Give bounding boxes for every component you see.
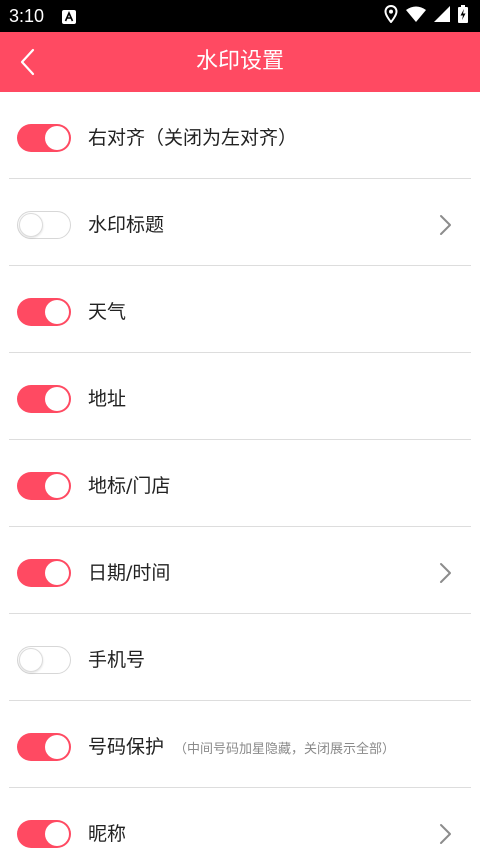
toggle-knob bbox=[45, 735, 69, 759]
setting-label-text: 号码保护 bbox=[88, 736, 165, 758]
page-title: 水印设置 bbox=[195, 49, 284, 74]
setting-label-text: 日期/时间 bbox=[88, 562, 171, 584]
setting-label: 日期/时间 bbox=[88, 560, 170, 586]
toggle-knob bbox=[45, 474, 69, 498]
status-icons bbox=[384, 4, 468, 27]
setting-label: 天气 bbox=[88, 299, 126, 325]
toggle-knob bbox=[45, 126, 69, 150]
setting-label-text: 地标/门店 bbox=[88, 475, 171, 497]
setting-toggle[interactable] bbox=[17, 646, 71, 674]
setting-row[interactable]: 手机号 bbox=[0, 614, 480, 701]
status-bar: 3:10 bbox=[0, 0, 480, 32]
toggle-knob bbox=[19, 213, 43, 237]
location-icon bbox=[384, 4, 398, 27]
setting-toggle[interactable] bbox=[17, 211, 71, 239]
setting-row[interactable]: 地址 bbox=[0, 353, 480, 440]
setting-toggle[interactable] bbox=[17, 820, 71, 848]
chevron-right-icon[interactable] bbox=[438, 562, 454, 584]
toggle-knob bbox=[19, 648, 43, 672]
setting-label-text: 右对齐（关闭为左对齐） bbox=[88, 127, 298, 149]
setting-label-text: 手机号 bbox=[88, 649, 146, 671]
wifi-icon bbox=[406, 6, 426, 26]
setting-toggle[interactable] bbox=[17, 559, 71, 587]
app-bar: 水印设置 bbox=[0, 32, 480, 92]
signal-icon bbox=[434, 6, 450, 26]
toggle-knob bbox=[45, 561, 69, 585]
back-button[interactable] bbox=[8, 42, 48, 82]
setting-row[interactable]: 地标/门店 bbox=[0, 440, 480, 527]
setting-row[interactable]: 右对齐（关闭为左对齐） bbox=[0, 92, 480, 179]
battery-charging-icon bbox=[458, 5, 468, 27]
setting-label: 号码保护 （中间号码加星隐藏，关闭展示全部） bbox=[88, 734, 395, 763]
setting-label: 地址 bbox=[88, 386, 126, 412]
toggle-knob bbox=[45, 822, 69, 846]
setting-row[interactable]: 天气 bbox=[0, 266, 480, 353]
setting-label: 手机号 bbox=[88, 647, 145, 673]
setting-note: （中间号码加星隐藏，关闭展示全部） bbox=[174, 742, 396, 757]
setting-row[interactable]: 号码保护 （中间号码加星隐藏，关闭展示全部） bbox=[0, 701, 480, 788]
setting-row[interactable]: 日期/时间 bbox=[0, 527, 480, 614]
setting-label: 昵称 bbox=[88, 821, 126, 847]
setting-row[interactable]: 水印标题 bbox=[0, 179, 480, 266]
setting-toggle[interactable] bbox=[17, 472, 71, 500]
setting-toggle[interactable] bbox=[17, 385, 71, 413]
setting-label-text: 水印标题 bbox=[88, 214, 165, 236]
setting-label: 水印标题 bbox=[88, 212, 164, 238]
back-arrow-icon bbox=[20, 48, 35, 76]
setting-label-text: 昵称 bbox=[88, 823, 127, 845]
setting-label-text: 地址 bbox=[88, 388, 127, 410]
setting-toggle[interactable] bbox=[17, 733, 71, 761]
setting-toggle[interactable] bbox=[17, 124, 71, 152]
setting-label-text: 天气 bbox=[88, 301, 127, 323]
a-notification-icon bbox=[62, 9, 76, 24]
settings-list: 右对齐（关闭为左对齐） 水印标题天气地址地标/门店日期/时间手机号号码保护 （中间号… bbox=[0, 92, 480, 854]
chevron-right-icon[interactable] bbox=[438, 214, 454, 236]
setting-toggle[interactable] bbox=[17, 298, 71, 326]
toggle-knob bbox=[45, 387, 69, 411]
setting-row[interactable]: 昵称 bbox=[0, 788, 480, 854]
chevron-right-icon[interactable] bbox=[438, 823, 454, 845]
toggle-knob bbox=[45, 300, 69, 324]
status-time: 3:10 bbox=[9, 6, 45, 26]
setting-label: 地标/门店 bbox=[88, 473, 170, 499]
setting-label: 右对齐（关闭为左对齐） bbox=[88, 125, 297, 151]
